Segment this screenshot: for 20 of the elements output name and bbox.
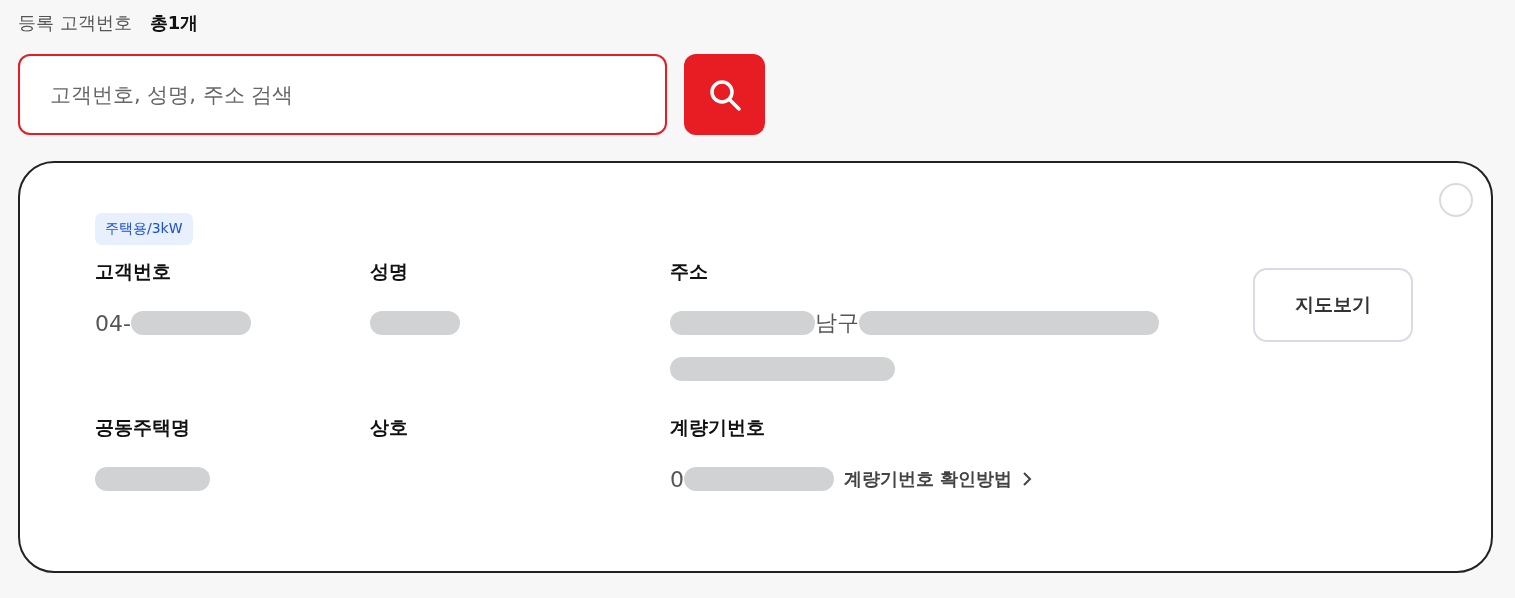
search-field[interactable]: 고객번호, 성명, 주소 검색 [18, 54, 667, 135]
field-label: 계량기번호 [670, 415, 766, 440]
customer-card[interactable]: 주택용/3kW 고객번호 04- 성명 주소 남구 공동주택명 상호 계량기번호 0 계량기번호 확인방법 지도보기 [18, 161, 1493, 573]
search-icon [707, 77, 742, 112]
map-view-button[interactable]: 지도보기 [1253, 268, 1413, 342]
chevron-right-icon [1022, 471, 1033, 487]
select-radio[interactable] [1439, 183, 1473, 217]
usage-tag: 주택용/3kW [95, 213, 193, 245]
field-value: 0 [670, 466, 684, 492]
field-label: 성명 [370, 259, 409, 284]
field-label: 공동주택명 [95, 415, 191, 440]
field-label: 고객번호 [95, 259, 172, 284]
field-label: 주소 [670, 259, 709, 284]
field-label: 상호 [370, 415, 409, 440]
meter-guide-link[interactable]: 계량기번호 확인방법 [844, 467, 1033, 491]
search-button[interactable] [684, 54, 765, 135]
section-label: 등록 고객번호 [18, 11, 132, 35]
field-value: 04- [95, 310, 131, 336]
total-count: 총1개 [149, 11, 199, 35]
field-value: 남구 [815, 309, 859, 337]
